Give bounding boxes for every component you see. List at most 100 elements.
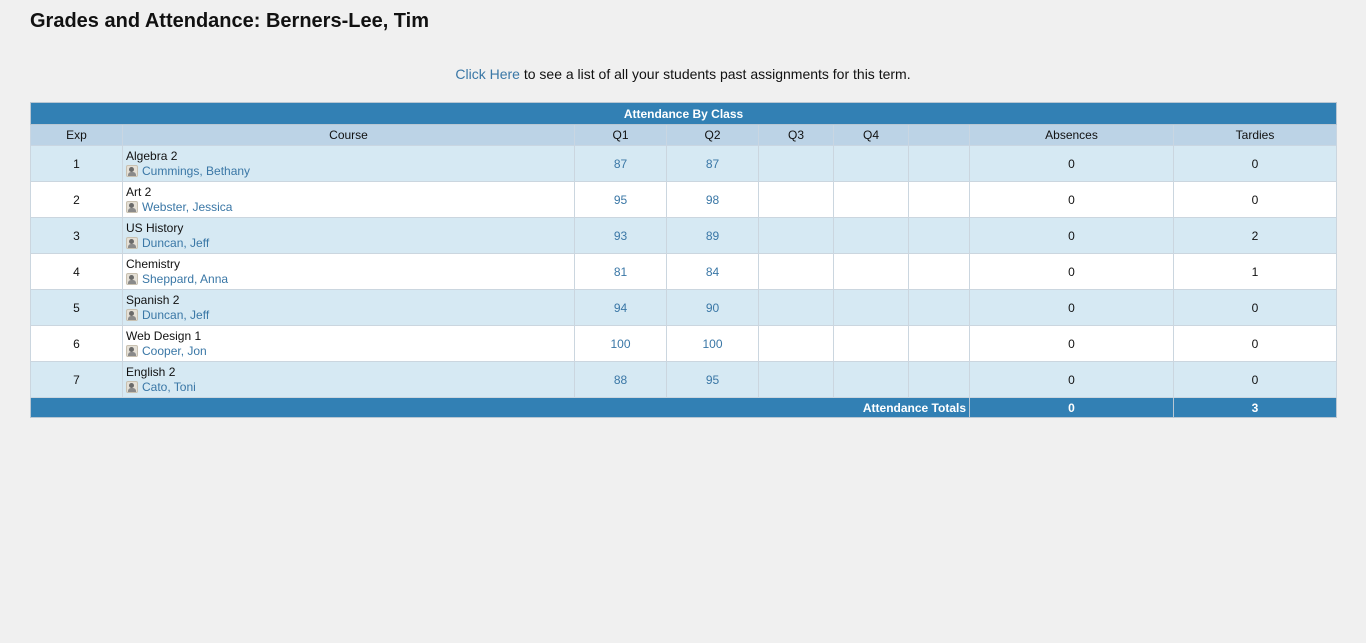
course-name: English 2 <box>126 364 176 379</box>
totals-row: Attendance Totals 0 3 <box>30 397 1337 418</box>
course-cell: Web Design 1 Cooper, Jon <box>122 325 575 362</box>
q4-grade-cell <box>833 361 909 398</box>
q2-grade-cell: 90 <box>666 289 759 326</box>
absences-cell: 0 <box>969 325 1174 362</box>
teacher-icon <box>126 200 138 213</box>
tardies-cell: 2 <box>1173 217 1337 254</box>
q2-grade-link[interactable]: 87 <box>706 157 719 171</box>
q3-grade-cell <box>758 361 834 398</box>
col-header-q3: Q3 <box>758 124 834 146</box>
q1-grade-cell: 100 <box>574 325 667 362</box>
course-name: Web Design 1 <box>126 328 202 343</box>
q1-grade-link[interactable]: 88 <box>614 373 627 387</box>
col-header-tardies: Tardies <box>1173 124 1337 146</box>
teacher-icon <box>126 272 138 285</box>
q2-grade-link[interactable]: 95 <box>706 373 719 387</box>
attendance-table: Attendance By Class Exp Course Q1 Q2 Q3 … <box>30 102 1337 418</box>
course-name: Art 2 <box>126 184 152 199</box>
assignments-intro: Click Here to see a list of all your stu… <box>0 66 1366 82</box>
column-headers: Exp Course Q1 Q2 Q3 Q4 Absences Tardies <box>30 124 1337 146</box>
table-row: 2 Art 2 Webster, Jessica 95 98 0 0 <box>30 181 1337 218</box>
q1-grade-cell: 88 <box>574 361 667 398</box>
q4-grade-cell <box>833 289 909 326</box>
exp-cell: 1 <box>30 145 123 182</box>
col-header-q1: Q1 <box>574 124 667 146</box>
teacher-link[interactable]: Cato, Toni <box>142 380 196 394</box>
q3-grade-cell <box>758 181 834 218</box>
q1-grade-cell: 81 <box>574 253 667 290</box>
table-row: 6 Web Design 1 Cooper, Jon 100 100 0 0 <box>30 325 1337 362</box>
col-header-q2: Q2 <box>666 124 759 146</box>
table-row: 3 US History Duncan, Jeff 93 89 0 2 <box>30 217 1337 254</box>
q1-grade-link[interactable]: 87 <box>614 157 627 171</box>
q1-grade-link[interactable]: 100 <box>610 337 630 351</box>
q2-grade-link[interactable]: 98 <box>706 193 719 207</box>
q4-grade-cell <box>833 181 909 218</box>
course-name: Spanish 2 <box>126 292 180 307</box>
q2-grade-cell: 98 <box>666 181 759 218</box>
absences-cell: 0 <box>969 289 1174 326</box>
q2-grade-cell: 89 <box>666 217 759 254</box>
attendance-totals-label: Attendance Totals <box>30 397 970 418</box>
teacher-link[interactable]: Duncan, Jeff <box>142 236 209 250</box>
absences-cell: 0 <box>969 181 1174 218</box>
exp-cell: 6 <box>30 325 123 362</box>
extra-cell <box>908 361 970 398</box>
q3-grade-cell <box>758 253 834 290</box>
tardies-cell: 0 <box>1173 325 1337 362</box>
tardies-cell: 0 <box>1173 361 1337 398</box>
tardies-cell: 0 <box>1173 145 1337 182</box>
absences-cell: 0 <box>969 253 1174 290</box>
q1-grade-cell: 94 <box>574 289 667 326</box>
extra-cell <box>908 217 970 254</box>
attendance-banner: Attendance By Class <box>30 102 1337 125</box>
course-cell: Art 2 Webster, Jessica <box>122 181 575 218</box>
teacher-icon <box>126 380 138 393</box>
col-header-course: Course <box>122 124 575 146</box>
extra-cell <box>908 253 970 290</box>
total-absences: 0 <box>969 397 1174 418</box>
tardies-cell: 1 <box>1173 253 1337 290</box>
q2-grade-link[interactable]: 84 <box>706 265 719 279</box>
exp-cell: 3 <box>30 217 123 254</box>
q2-grade-link[interactable]: 89 <box>706 229 719 243</box>
q4-grade-cell <box>833 325 909 362</box>
course-name: Chemistry <box>126 256 181 271</box>
exp-cell: 4 <box>30 253 123 290</box>
intro-text: to see a list of all your students past … <box>519 66 911 82</box>
teacher-icon <box>126 164 138 177</box>
teacher-link[interactable]: Cummings, Bethany <box>142 164 250 178</box>
click-here-link[interactable]: Click Here <box>455 66 520 82</box>
table-row: 7 English 2 Cato, Toni 88 95 0 0 <box>30 361 1337 398</box>
extra-cell <box>908 145 970 182</box>
exp-cell: 5 <box>30 289 123 326</box>
table-row: 4 Chemistry Sheppard, Anna 81 84 0 1 <box>30 253 1337 290</box>
teacher-link[interactable]: Webster, Jessica <box>142 200 232 214</box>
exp-cell: 7 <box>30 361 123 398</box>
q1-grade-link[interactable]: 95 <box>614 193 627 207</box>
q3-grade-cell <box>758 325 834 362</box>
course-cell: Algebra 2 Cummings, Bethany <box>122 145 575 182</box>
q1-grade-link[interactable]: 94 <box>614 301 627 315</box>
q2-grade-link[interactable]: 100 <box>702 337 722 351</box>
q1-grade-link[interactable]: 93 <box>614 229 627 243</box>
tardies-cell: 0 <box>1173 289 1337 326</box>
course-cell: Spanish 2 Duncan, Jeff <box>122 289 575 326</box>
course-cell: Chemistry Sheppard, Anna <box>122 253 575 290</box>
col-header-exp: Exp <box>30 124 123 146</box>
q4-grade-cell <box>833 253 909 290</box>
q1-grade-cell: 87 <box>574 145 667 182</box>
teacher-link[interactable]: Sheppard, Anna <box>142 272 228 286</box>
extra-cell <box>908 289 970 326</box>
extra-cell <box>908 181 970 218</box>
teacher-icon <box>126 308 138 321</box>
q2-grade-link[interactable]: 90 <box>706 301 719 315</box>
tardies-cell: 0 <box>1173 181 1337 218</box>
course-name: Algebra 2 <box>126 148 178 163</box>
exp-cell: 2 <box>30 181 123 218</box>
q1-grade-link[interactable]: 81 <box>614 265 627 279</box>
teacher-link[interactable]: Duncan, Jeff <box>142 308 209 322</box>
absences-cell: 0 <box>969 217 1174 254</box>
absences-cell: 0 <box>969 361 1174 398</box>
teacher-link[interactable]: Cooper, Jon <box>142 344 207 358</box>
